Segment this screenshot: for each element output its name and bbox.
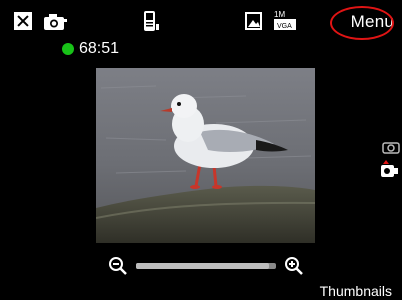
video-mode-icon[interactable] [378,160,400,178]
recording-time: 68:51 [79,40,120,57]
camera-viewfinder[interactable] [96,68,315,243]
close-button[interactable] [14,12,32,30]
zoom-in-icon[interactable] [284,256,304,276]
recording-indicator-icon [62,43,74,55]
menu-highlight-circle [330,6,394,40]
svg-text:VGA: VGA [277,23,292,30]
zoom-slider[interactable] [136,263,276,269]
zoom-out-icon[interactable] [108,256,128,276]
gallery-icon[interactable] [244,10,264,32]
zoom-slider-fill [136,263,269,269]
resolution-icon[interactable]: 1M VGA [272,8,300,34]
camera-icon[interactable] [42,12,68,32]
thumbnails-button[interactable]: Thumbnails [320,283,392,299]
camera-mode-icon[interactable] [382,140,400,154]
svg-text:1M: 1M [274,10,285,19]
phone-icon[interactable] [140,10,162,34]
